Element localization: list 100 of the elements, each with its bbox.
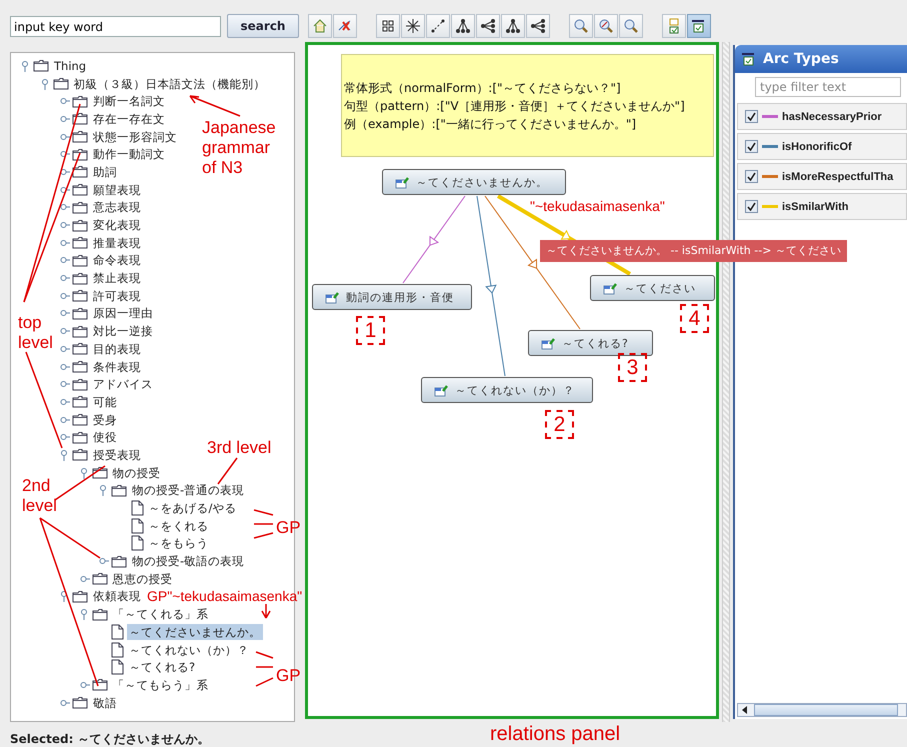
tree-item[interactable]: 存在一存在文 bbox=[91, 110, 167, 127]
tree-item[interactable]: アドバイス bbox=[91, 376, 155, 392]
toolbar-button[interactable] bbox=[501, 14, 525, 38]
tree-item[interactable]: 物の授受-敬語の表現 bbox=[130, 553, 246, 570]
tree-item[interactable]: ～てくれない（か）？ bbox=[127, 642, 251, 658]
tree-item[interactable]: ～てくださいませんか。 bbox=[127, 624, 263, 640]
tree-item[interactable]: 「～てくれる」系 bbox=[110, 606, 210, 622]
collapsed-handle-icon[interactable] bbox=[60, 309, 70, 318]
tree-item[interactable]: 命令表現 bbox=[91, 252, 143, 268]
checkbox[interactable] bbox=[745, 170, 758, 183]
toolbar-button[interactable] bbox=[451, 14, 475, 38]
collapsed-handle-icon[interactable] bbox=[60, 150, 70, 158]
collapsed-handle-icon[interactable] bbox=[60, 398, 70, 406]
collapsed-handle-icon[interactable] bbox=[60, 292, 70, 300]
tree-item[interactable]: 動作一動詞文 bbox=[91, 146, 167, 162]
arc-type-row[interactable]: isHonorificOf bbox=[737, 133, 907, 160]
collapsed-handle-icon[interactable] bbox=[60, 132, 70, 141]
toolbar-button[interactable] bbox=[476, 14, 500, 38]
tree-item[interactable]: 変化表現 bbox=[91, 217, 143, 234]
toolbar-button[interactable] bbox=[526, 14, 550, 38]
collapsed-handle-icon[interactable] bbox=[60, 114, 70, 123]
arc-type-row[interactable]: hasNecessaryPrior bbox=[737, 103, 907, 130]
note-text: 句型（pattern）:["V［連用形・音便］＋てくださいませんか"] bbox=[344, 98, 686, 115]
tree-item[interactable]: Thing bbox=[52, 58, 88, 74]
arc-type-name: isMoreRespectfulTha bbox=[782, 170, 894, 182]
class-icon bbox=[325, 290, 340, 304]
collapsed-handle-icon[interactable] bbox=[60, 327, 70, 336]
tree-item[interactable]: ～をあげる/やる bbox=[146, 500, 238, 516]
expanded-handle-icon[interactable] bbox=[80, 466, 90, 479]
expanded-handle-icon[interactable] bbox=[60, 448, 70, 461]
graph-node[interactable]: ～てくださいませんか。 bbox=[382, 169, 566, 195]
collapsed-handle-icon[interactable] bbox=[60, 698, 70, 707]
tree-item[interactable]: 初級（３級）日本語文法（機能別） bbox=[72, 76, 268, 92]
graph-node[interactable]: ～てください bbox=[590, 275, 715, 301]
tree-item[interactable]: 可能 bbox=[91, 394, 119, 410]
checkbox[interactable] bbox=[745, 140, 758, 153]
folder-icon bbox=[72, 218, 88, 232]
tree-item[interactable]: 原因一理由 bbox=[91, 305, 155, 322]
toolbar-button[interactable] bbox=[376, 14, 400, 38]
checkbox[interactable] bbox=[745, 200, 758, 213]
checkbox[interactable] bbox=[745, 110, 758, 123]
tree-item[interactable]: 依頼表現 bbox=[91, 588, 143, 604]
tree-item[interactable]: 願望表現 bbox=[91, 182, 143, 198]
tree-item[interactable]: 物の授受-普通の表現 bbox=[130, 482, 246, 498]
collapsed-handle-icon[interactable] bbox=[60, 186, 70, 194]
tree-item[interactable]: 敬語 bbox=[91, 694, 119, 711]
tree-item[interactable]: 推量表現 bbox=[91, 234, 143, 251]
collapsed-handle-icon[interactable] bbox=[99, 557, 109, 566]
tree-item[interactable]: 判断一名詞文 bbox=[91, 93, 167, 110]
graph-node[interactable]: ～てくれる? bbox=[528, 330, 653, 356]
collapsed-handle-icon[interactable] bbox=[60, 433, 70, 442]
tree-item[interactable]: 受身 bbox=[91, 412, 119, 428]
collapsed-handle-icon[interactable] bbox=[80, 680, 90, 689]
arc-type-row[interactable]: isMoreRespectfulTha bbox=[737, 163, 907, 190]
tree-item[interactable]: ～てくれる? bbox=[127, 659, 198, 676]
tree-item[interactable]: 助詞 bbox=[91, 164, 119, 180]
tree-item[interactable]: ～をくれる bbox=[146, 518, 210, 534]
folder-icon bbox=[72, 324, 88, 338]
tree-item[interactable]: 禁止表現 bbox=[91, 270, 143, 286]
graph-node[interactable]: 動詞の連用形・音便 bbox=[312, 284, 472, 310]
expanded-handle-icon[interactable] bbox=[80, 608, 90, 620]
tree-item[interactable]: 授受表現 bbox=[91, 446, 143, 463]
toolbar-button[interactable] bbox=[401, 14, 425, 38]
tree-item[interactable]: 「～てもらう」系 bbox=[110, 676, 210, 693]
horizontal-scrollbar[interactable] bbox=[737, 703, 907, 717]
tree-item[interactable]: 許可表現 bbox=[91, 288, 143, 304]
expanded-handle-icon[interactable] bbox=[21, 60, 31, 72]
collapsed-handle-icon[interactable] bbox=[60, 274, 70, 282]
collapsed-handle-icon[interactable] bbox=[80, 574, 90, 583]
tree-item[interactable]: 条件表現 bbox=[91, 358, 143, 375]
annotation-line bbox=[256, 677, 274, 687]
tree-item[interactable]: 対比一逆接 bbox=[91, 323, 155, 340]
graph-node[interactable]: ～てくれない（か）？ bbox=[421, 377, 593, 403]
toolbar-button[interactable] bbox=[426, 14, 450, 38]
tree-item[interactable]: 目的表現 bbox=[91, 340, 143, 357]
collapsed-handle-icon[interactable] bbox=[60, 203, 70, 212]
expanded-handle-icon[interactable] bbox=[40, 78, 50, 90]
collapsed-handle-icon[interactable] bbox=[60, 238, 70, 247]
collapsed-handle-icon[interactable] bbox=[60, 97, 70, 106]
tree-item[interactable]: 意志表現 bbox=[91, 199, 143, 216]
collapsed-handle-icon[interactable] bbox=[60, 168, 70, 176]
folder-icon bbox=[72, 254, 88, 267]
collapsed-handle-icon[interactable] bbox=[60, 256, 70, 264]
tree-item[interactable]: 使役 bbox=[91, 429, 119, 446]
search-button[interactable]: search bbox=[227, 14, 299, 38]
collapsed-handle-icon[interactable] bbox=[60, 380, 70, 388]
tree-item[interactable]: 恩恵の授受 bbox=[110, 570, 174, 587]
collapsed-handle-icon[interactable] bbox=[60, 416, 70, 424]
collapsed-handle-icon[interactable] bbox=[60, 344, 70, 353]
collapsed-handle-icon[interactable] bbox=[60, 362, 70, 371]
tree-item[interactable]: ～をもらう bbox=[146, 535, 210, 552]
collapsed-handle-icon[interactable] bbox=[60, 221, 70, 230]
panel-icon bbox=[741, 51, 757, 67]
expanded-handle-icon[interactable] bbox=[99, 484, 109, 496]
filter-field[interactable]: type filter text bbox=[755, 77, 901, 97]
tree-item[interactable]: 状態一形容詞文 bbox=[91, 128, 179, 145]
toolbar-button[interactable] bbox=[687, 14, 711, 38]
search-field[interactable]: input key word bbox=[10, 16, 221, 37]
arc-type-row[interactable]: isSmilarWith bbox=[737, 193, 907, 220]
tree-item[interactable]: 物の授受 bbox=[110, 464, 162, 481]
